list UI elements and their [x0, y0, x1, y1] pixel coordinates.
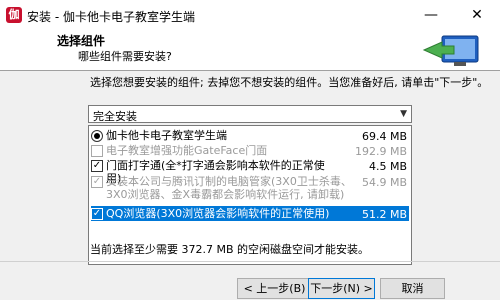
checkbox-icon[interactable]: ✓ [91, 160, 103, 172]
component-label: 安装本公司与腾讯订制的电脑管家(3X0卫士杀毒、3X0浏览器、金X毒霸都会影响软… [106, 175, 352, 201]
wizard-header: 选择组件 哪些组件需要安装? [0, 30, 500, 70]
radio-icon[interactable] [91, 130, 103, 142]
component-item[interactable]: 电子教室增强功能GateFace门面 192.9 MB [91, 143, 409, 158]
install-type-select[interactable]: 完全安装 ▼ [88, 105, 412, 123]
minimize-button[interactable]: — [408, 0, 454, 30]
checkbox-icon[interactable]: ✓ [91, 208, 103, 220]
component-size: 51.2 MB [361, 208, 407, 221]
instructions-text: 选择您想要安装的组件; 去掉您不想安装的组件。当您准备好后, 请单击"下一步"。 [90, 76, 489, 89]
page-title: 选择组件 [57, 34, 106, 48]
disk-space-text: 当前选择至少需要 372.7 MB 的空闲磁盘空间才能安装。 [90, 243, 370, 256]
window-title: 安装 - 伽卡他卡电子教室学生端 [27, 10, 195, 24]
checkbox-icon[interactable] [91, 145, 103, 157]
wizard-body: 选择您想要安装的组件; 去掉您不想安装的组件。当您准备好后, 请单击"下一步"。… [0, 71, 500, 300]
app-icon: 伽 [6, 7, 22, 23]
checkbox-icon[interactable]: ✓ [91, 176, 103, 188]
component-size: 54.9 MB [361, 176, 407, 189]
title-bar: 伽 安装 - 伽卡他卡电子教室学生端 — ✕ [0, 0, 500, 30]
next-button[interactable]: 下一步(N) > [308, 278, 375, 299]
component-size: 69.4 MB [361, 130, 407, 143]
close-button[interactable]: ✕ [454, 0, 500, 30]
component-item[interactable]: 伽卡他卡电子教室学生端 69.4 MB [91, 128, 409, 143]
footer-divider [0, 261, 500, 262]
computer-arrow-icon [422, 35, 479, 66]
component-item[interactable]: ✓ QQ浏览器(3X0浏览器会影响软件的正常使用) 51.2 MB [91, 206, 409, 221]
component-label: 电子教室增强功能GateFace门面 [106, 144, 268, 157]
install-type-value: 完全安装 [93, 110, 137, 123]
page-subtitle: 哪些组件需要安装? [78, 50, 172, 63]
component-size: 192.9 MB [354, 145, 407, 158]
component-label: 伽卡他卡电子教室学生端 [106, 129, 227, 142]
component-item[interactable]: ✓ 门面打字通(全*打字通会影响本软件的正常使用) 4.5 MB [91, 158, 409, 185]
component-item[interactable]: ✓ 安装本公司与腾讯订制的电脑管家(3X0卫士杀毒、3X0浏览器、金X毒霸都会影… [91, 174, 409, 204]
back-button[interactable]: < 上一步(B) [237, 278, 312, 299]
component-label: QQ浏览器(3X0浏览器会影响软件的正常使用) [106, 207, 330, 220]
component-size: 4.5 MB [368, 160, 407, 173]
chevron-down-icon: ▼ [400, 109, 407, 119]
cancel-button[interactable]: 取消 [380, 278, 445, 299]
